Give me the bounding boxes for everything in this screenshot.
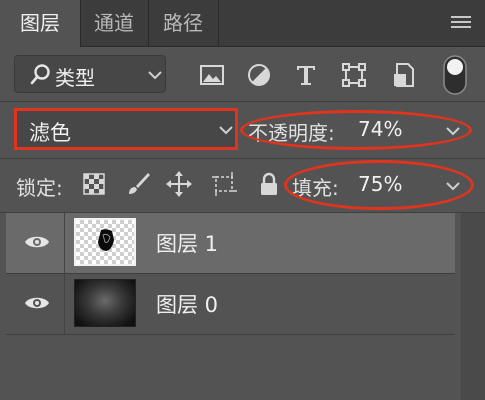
layer-row[interactable]: 图层 1 — [6, 213, 455, 274]
blend-mode-select[interactable]: 滤色 — [14, 108, 238, 150]
divider — [0, 101, 485, 102]
shape-filter-icon[interactable] — [339, 60, 369, 90]
layers-list: 图层 1 图层 0 — [6, 213, 461, 400]
layer-row[interactable]: 图层 0 — [6, 274, 455, 335]
tab-channels[interactable]: 通道 — [80, 0, 149, 46]
opacity-highlight-oval — [240, 110, 472, 150]
divider — [0, 158, 485, 159]
layer-thumbnail[interactable] — [74, 218, 136, 266]
lock-image-pixels-icon[interactable] — [124, 170, 152, 198]
panel-menu-icon[interactable] — [451, 16, 471, 30]
blend-mode-label: 滤色 — [29, 121, 71, 145]
lock-label: 锁定: — [16, 176, 63, 200]
divider — [64, 274, 65, 334]
layer-thumbnail[interactable] — [74, 279, 136, 327]
lock-transparent-pixels-icon[interactable] — [80, 170, 108, 198]
tab-paths[interactable]: 路径 — [148, 0, 219, 46]
adjustment-filter-icon[interactable] — [244, 60, 274, 90]
layer-name[interactable]: 图层 1 — [156, 228, 218, 258]
lock-all-icon[interactable] — [255, 170, 283, 198]
tab-layers[interactable]: 图层 — [0, 0, 81, 47]
search-icon — [30, 64, 50, 85]
filter-kind-label: 类型 — [55, 66, 95, 90]
scrollbar[interactable] — [461, 213, 485, 400]
image-filter-icon[interactable] — [197, 60, 227, 90]
fill-highlight-oval — [284, 160, 474, 210]
filter-kind-select[interactable]: 类型 — [14, 55, 166, 93]
chevron-down-icon — [148, 71, 162, 80]
filter-toggle-icon[interactable] — [442, 54, 468, 96]
layer-name[interactable]: 图层 0 — [156, 289, 218, 319]
eye-icon[interactable] — [24, 294, 50, 312]
type-filter-icon[interactable] — [291, 60, 321, 90]
thumbnail-art — [98, 229, 114, 251]
panel-tab-bar: 图层 通道 路径 — [0, 0, 485, 47]
chevron-down-icon — [219, 126, 233, 135]
divider — [64, 213, 65, 273]
lock-artboard-icon[interactable] — [210, 170, 238, 198]
smart-object-filter-icon[interactable] — [389, 60, 419, 90]
eye-icon[interactable] — [24, 233, 50, 251]
lock-position-icon[interactable] — [165, 170, 193, 198]
